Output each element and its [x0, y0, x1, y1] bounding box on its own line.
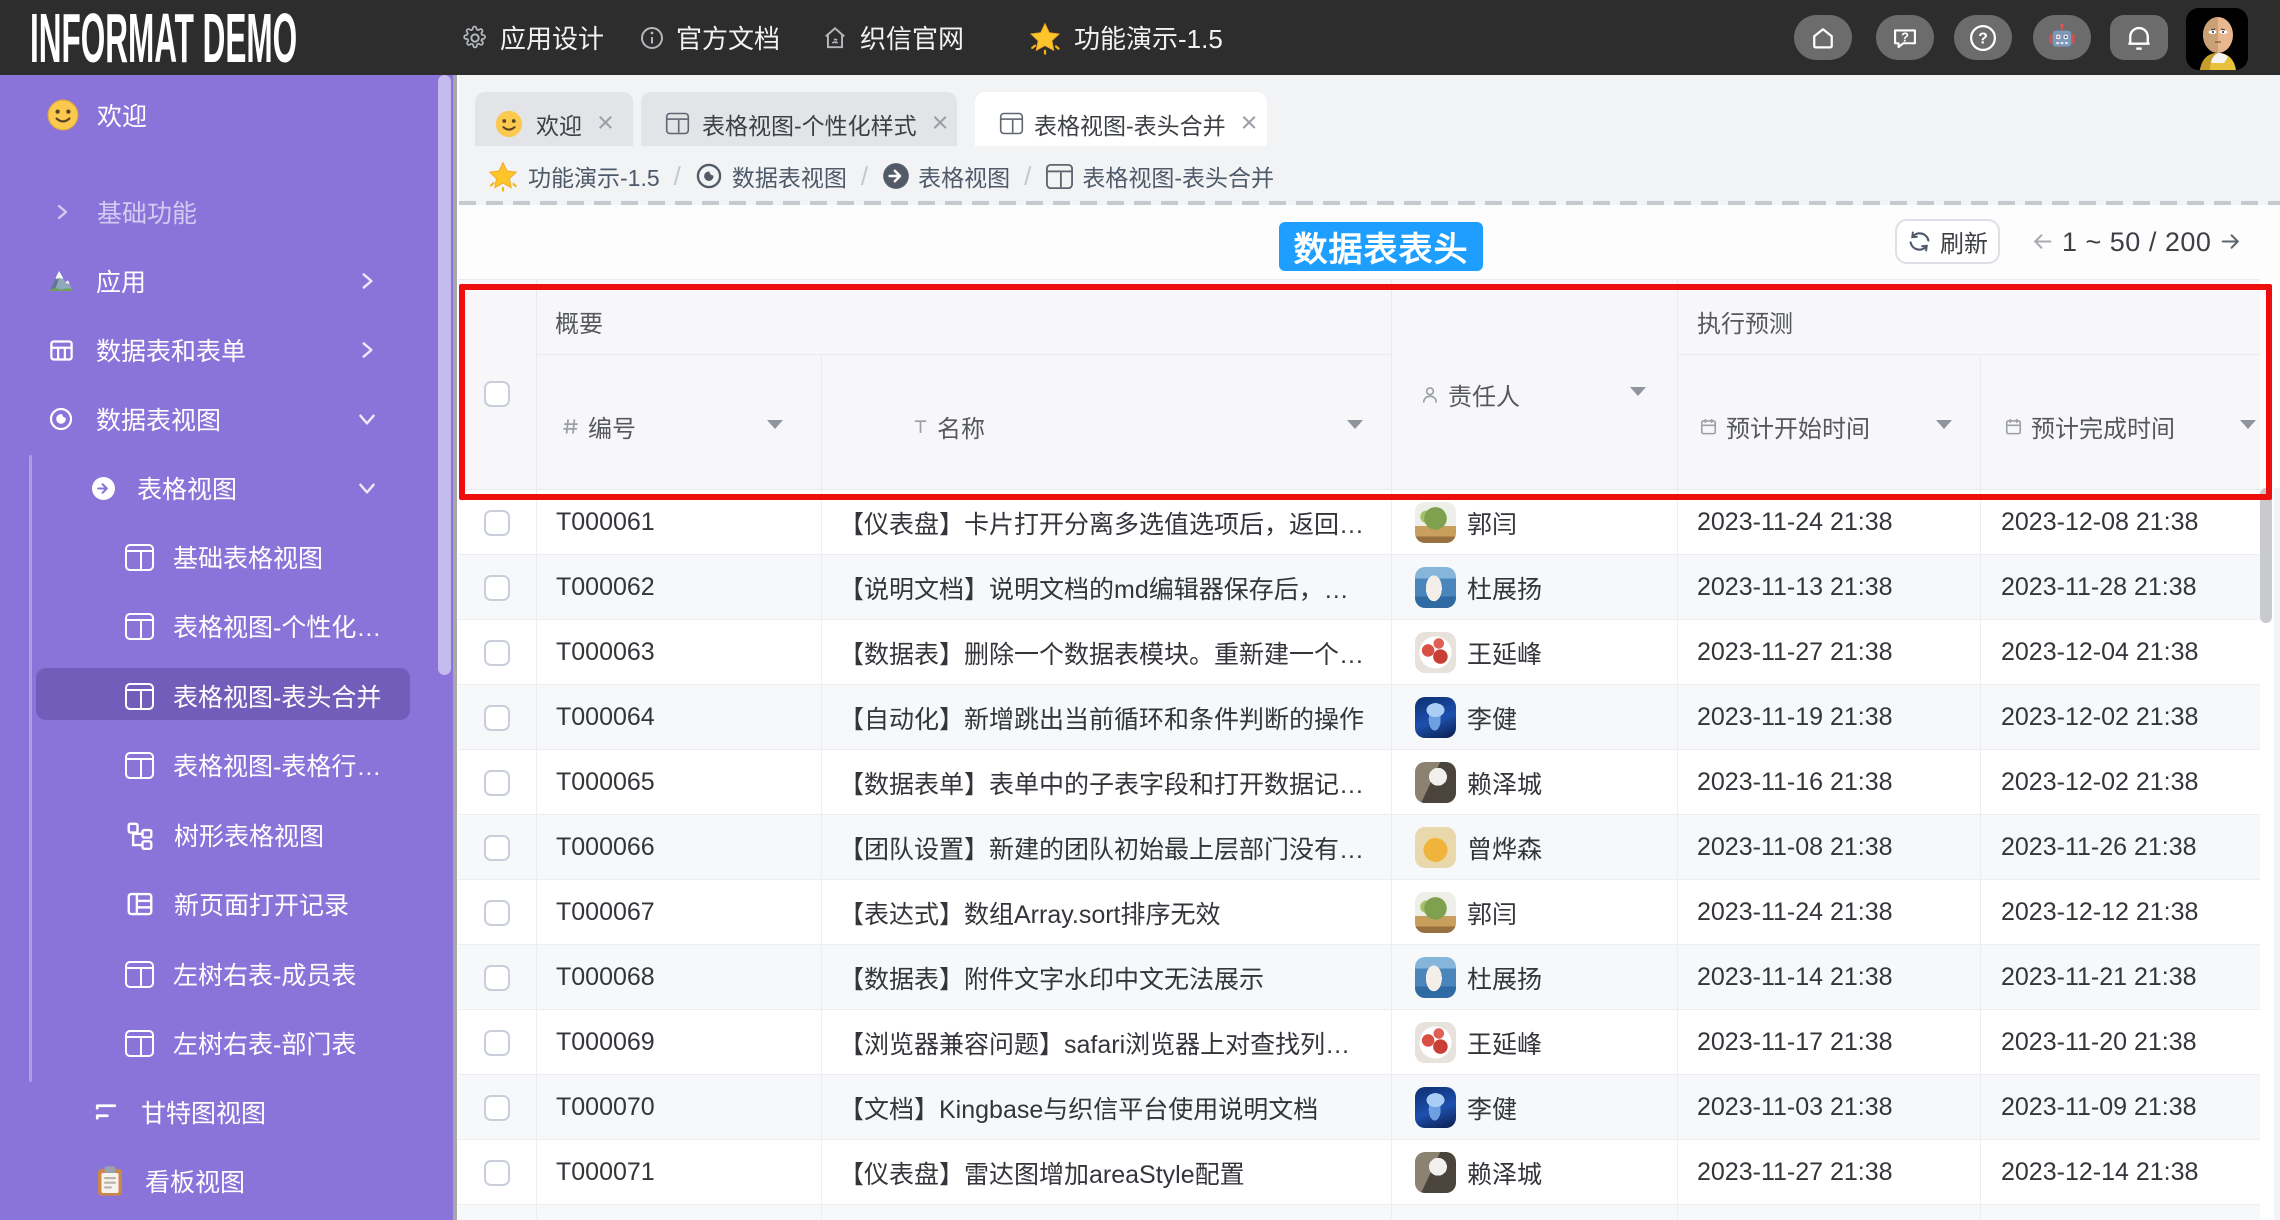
svg-text:?: ?: [1978, 30, 1988, 47]
svg-text:?: ?: [1901, 29, 1909, 44]
